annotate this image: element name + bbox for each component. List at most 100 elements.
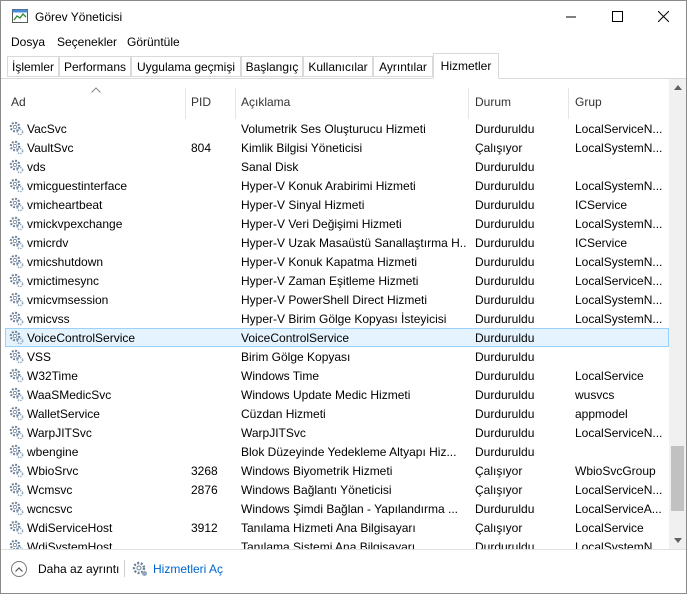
table-row[interactable]: WdiSystemHost Tanılama Sistemi Ana Bilgis… xyxy=(1,537,669,549)
service-pid: 3912 xyxy=(191,521,218,535)
service-pid: 2876 xyxy=(191,483,218,497)
service-description: Windows Time xyxy=(241,369,320,383)
table-row[interactable]: WbioSrvc 3268 Windows Biyometrik Hizmeti Ça… xyxy=(1,461,669,480)
service-name: VacSvc xyxy=(27,122,67,136)
vertical-scrollbar[interactable] xyxy=(669,79,686,549)
column-header-pid[interactable]: PID xyxy=(187,79,235,119)
service-group: LocalSystemN... xyxy=(575,293,663,307)
service-group: wusvcs xyxy=(575,388,615,402)
table-row[interactable]: vmicvmsession Hyper-V PowerShell Direct H… xyxy=(1,290,669,309)
footer-divider xyxy=(1,549,686,550)
open-services-link[interactable]: Hizmetleri Aç xyxy=(132,559,223,579)
service-name: vds xyxy=(27,160,46,174)
tab-processes[interactable]: İşlemler xyxy=(7,56,59,77)
service-description: Windows Update Medic Hizmeti xyxy=(241,388,411,402)
table-row[interactable]: VoiceControlService VoiceControlService Du… xyxy=(1,328,669,347)
column-separator[interactable] xyxy=(568,88,569,119)
service-name: wbengine xyxy=(27,445,79,459)
open-services-label: Hizmetleri Aç xyxy=(153,562,224,576)
service-description: VoiceControlService xyxy=(241,331,350,345)
service-group: LocalServiceN... xyxy=(575,426,663,440)
minimize-button[interactable] xyxy=(548,1,594,32)
scroll-up-button[interactable] xyxy=(669,79,686,96)
gear-icon xyxy=(9,292,24,307)
table-row[interactable]: wbengine Blok Düzeyinde Yedekleme Altyapı… xyxy=(1,442,669,461)
service-status: Durduruldu xyxy=(475,312,535,326)
column-header-status[interactable]: Durum xyxy=(471,79,567,119)
table-row[interactable]: vmicrdv Hyper-V Uzak Masaüstü Sanallaştır… xyxy=(1,233,669,252)
tab-startup[interactable]: Başlangıç xyxy=(241,56,303,77)
table-row[interactable]: WarpJITSvc WarpJITSvc Durduruldu LocalServi… xyxy=(1,423,669,442)
service-status: Durduruldu xyxy=(475,502,535,516)
table-row[interactable]: W32Time Windows Time Durduruldu LocalServic… xyxy=(1,366,669,385)
column-header-group[interactable]: Grup xyxy=(571,79,667,119)
services-gear-icon xyxy=(132,561,147,576)
tab-performance[interactable]: Performans xyxy=(59,56,131,77)
table-row[interactable]: vmicguestinterface Hyper-V Konuk Arabirim… xyxy=(1,176,669,195)
table-row[interactable]: VacSvc Volumetrik Ses Oluşturucu Hizmeti D… xyxy=(1,119,669,138)
gear-icon xyxy=(9,349,24,364)
column-separator[interactable] xyxy=(235,88,236,119)
scroll-thumb[interactable] xyxy=(671,446,684,511)
table-row[interactable]: Wcmsvc 2876 Windows Bağlantı Yöneticisi Çal… xyxy=(1,480,669,499)
service-group: LocalServiceN... xyxy=(575,122,663,136)
table-row[interactable]: vmicvss Hyper-V Birim Gölge Kopyası İstey… xyxy=(1,309,669,328)
column-separator[interactable] xyxy=(468,88,469,119)
service-status: Durduruldu xyxy=(475,426,535,440)
service-description: Blok Düzeyinde Yedekleme Altyapı Hiz... xyxy=(241,445,457,459)
service-name: Wcmsvc xyxy=(27,483,73,497)
task-manager-window: Görev Yöneticisi Dosya Seçenekler Görünt… xyxy=(0,0,687,594)
table-row[interactable]: vmicheartbeat Hyper-V Sinyal Hizmeti Durdu… xyxy=(1,195,669,214)
tab-details[interactable]: Ayrıntılar xyxy=(373,56,433,77)
service-group: LocalSystemN... xyxy=(575,141,663,155)
gear-icon xyxy=(9,197,24,212)
service-group: LocalServiceN... xyxy=(575,483,663,497)
title-bar[interactable]: Görev Yöneticisi xyxy=(1,1,686,32)
column-header-name[interactable]: Ad xyxy=(7,79,185,119)
service-name: vmicvss xyxy=(27,312,70,326)
service-status: Durduruldu xyxy=(475,274,535,288)
tab-services[interactable]: Hizmetler xyxy=(433,53,499,79)
service-group: LocalSystemN... xyxy=(575,217,663,231)
service-status: Durduruldu xyxy=(475,198,535,212)
service-name: WaaSMedicSvc xyxy=(27,388,112,402)
service-name: vmicshutdown xyxy=(27,255,104,269)
maximize-button[interactable] xyxy=(594,1,640,32)
table-row[interactable]: vmictimesync Hyper-V Zaman Eşitleme Hizme… xyxy=(1,271,669,290)
service-description: Sanal Disk xyxy=(241,160,299,174)
service-status: Çalışıyor xyxy=(475,464,523,478)
table-row[interactable]: vmicshutdown Hyper-V Konuk Kapatma Hizmet… xyxy=(1,252,669,271)
column-header-description[interactable]: Açıklama xyxy=(237,79,467,119)
tab-users[interactable]: Kullanıcılar xyxy=(303,56,373,77)
table-row[interactable]: vds Sanal Disk Durduruldu xyxy=(1,157,669,176)
gear-icon xyxy=(9,425,24,440)
table-body: VacSvc Volumetrik Ses Oluşturucu Hizmeti D… xyxy=(1,119,669,549)
menu-view[interactable]: Görüntüle xyxy=(127,35,180,49)
close-button[interactable] xyxy=(640,1,686,32)
gear-icon xyxy=(9,330,24,345)
table-row[interactable]: wcncsvc Windows Şimdi Bağlan - Yapılandır… xyxy=(1,499,669,518)
column-separator[interactable] xyxy=(185,88,186,119)
menu-bar: Dosya Seçenekler Görüntüle xyxy=(1,32,686,52)
table-row[interactable]: VaultSvc 804 Kimlik Bilgisi Yöneticisi Çalı… xyxy=(1,138,669,157)
table-row[interactable]: WaaSMedicSvc Windows Update Medic Hizmeti… xyxy=(1,385,669,404)
table-row[interactable]: WalletService Cüzdan Hizmeti Durduruldu app… xyxy=(1,404,669,423)
tab-app-history[interactable]: Uygulama geçmişi xyxy=(131,56,241,77)
service-name: vmicvmsession xyxy=(27,293,109,307)
fewer-details-button[interactable]: Daha az ayrıntı xyxy=(11,559,119,579)
services-table: Ad PID Açıklama Durum Grup VacSvc Volumet… xyxy=(1,79,686,549)
scroll-down-icon xyxy=(673,538,682,543)
menu-options[interactable]: Seçenekler xyxy=(57,35,117,49)
service-status: Durduruldu xyxy=(475,407,535,421)
service-status: Durduruldu xyxy=(475,388,535,402)
service-group: appmodel xyxy=(575,407,628,421)
scroll-up-icon xyxy=(673,85,682,90)
fewer-details-label: Daha az ayrıntı xyxy=(38,562,120,576)
scroll-down-button[interactable] xyxy=(669,532,686,549)
table-row[interactable]: WdiServiceHost 3912 Tanılama Hizmeti Ana B… xyxy=(1,518,669,537)
menu-file[interactable]: Dosya xyxy=(11,35,45,49)
table-row[interactable]: vmickvpexchange Hyper-V Veri Değişimi Hiz… xyxy=(1,214,669,233)
gear-icon xyxy=(9,121,24,136)
service-status: Durduruldu xyxy=(475,160,535,174)
table-row[interactable]: VSS Birim Gölge Kopyası Durduruldu xyxy=(1,347,669,366)
